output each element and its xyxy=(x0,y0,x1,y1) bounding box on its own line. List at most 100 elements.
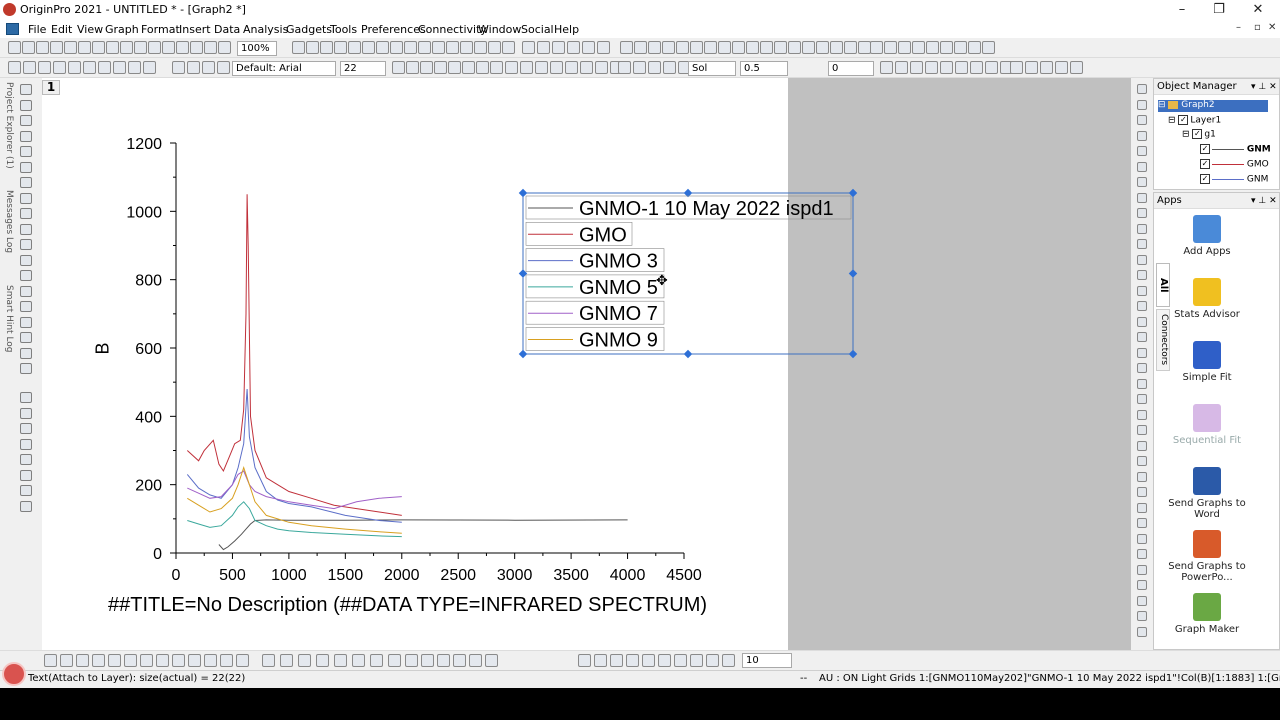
bottom-button-24[interactable] xyxy=(453,654,466,667)
layout-button-16[interactable] xyxy=(1137,332,1147,342)
bottom-button-11[interactable] xyxy=(220,654,233,667)
legend-resize-handle[interactable] xyxy=(683,349,693,359)
layout-button-15[interactable] xyxy=(1137,317,1147,327)
layout-button-19[interactable] xyxy=(1137,379,1147,389)
layout-button-33[interactable] xyxy=(1137,596,1147,606)
tree-item-g1[interactable]: ⊟ ✓ g1 xyxy=(1182,129,1216,140)
tree-item-plot3[interactable]: ✓ GNM xyxy=(1200,174,1268,185)
layout-button-6[interactable] xyxy=(1137,177,1147,187)
bottom-button-20[interactable] xyxy=(388,654,401,667)
bottom-button-16[interactable] xyxy=(316,654,329,667)
bottom-button-21[interactable] xyxy=(405,654,418,667)
layer1-checkbox[interactable]: ✓ xyxy=(1178,115,1189,125)
layout-button-2[interactable] xyxy=(1137,115,1147,125)
layout-button-22[interactable] xyxy=(1137,425,1147,435)
bottom-button-3[interactable] xyxy=(92,654,105,667)
layout-button-24[interactable] xyxy=(1137,456,1147,466)
layout-button-28[interactable] xyxy=(1137,518,1147,528)
bottom-button-2[interactable] xyxy=(76,654,89,667)
tree-item-plot2[interactable]: ✓ GMO xyxy=(1200,159,1269,170)
plot2-checkbox[interactable]: ✓ xyxy=(1200,159,1210,169)
y-tick-label[interactable]: 600 xyxy=(135,341,162,358)
x-tick-label[interactable]: 4500 xyxy=(666,567,702,584)
layout-button-11[interactable] xyxy=(1137,255,1147,265)
object-manager-pin-icon[interactable]: ▾ ⊥ ✕ xyxy=(1251,82,1277,92)
layout-button-3[interactable] xyxy=(1137,131,1147,141)
app-sequential-fit[interactable]: Sequential Fit xyxy=(1162,404,1252,446)
bottom-button-31[interactable] xyxy=(642,654,655,667)
plot3-checkbox[interactable]: ✓ xyxy=(1200,174,1210,184)
legend-resize-handle[interactable] xyxy=(848,349,858,359)
g1-checkbox[interactable]: ✓ xyxy=(1192,129,1203,139)
legend-label-0[interactable]: GNMO-1 10 May 2022 ispd1 xyxy=(579,198,834,220)
x-tick-label[interactable]: 2500 xyxy=(440,567,476,584)
tree-item-layer1[interactable]: ⊟ ✓ Layer1 xyxy=(1168,115,1221,126)
layout-button-20[interactable] xyxy=(1137,394,1147,404)
layout-button-34[interactable] xyxy=(1137,611,1147,621)
bottom-button-4[interactable] xyxy=(108,654,121,667)
bottom-button-0[interactable] xyxy=(44,654,57,667)
layout-button-21[interactable] xyxy=(1137,410,1147,420)
bottom-button-27[interactable] xyxy=(578,654,591,667)
x-tick-label[interactable]: 3000 xyxy=(497,567,533,584)
layout-button-26[interactable] xyxy=(1137,487,1147,497)
bottom-button-10[interactable] xyxy=(204,654,217,667)
app-stats-advisor[interactable]: Stats Advisor xyxy=(1162,278,1252,320)
bottom-button-28[interactable] xyxy=(594,654,607,667)
bottom-button-12[interactable] xyxy=(236,654,249,667)
legend-resize-handle[interactable] xyxy=(848,269,858,278)
bottom-button-7[interactable] xyxy=(156,654,169,667)
bottom-button-36[interactable] xyxy=(722,654,735,667)
bottom-button-29[interactable] xyxy=(610,654,623,667)
layout-button-31[interactable] xyxy=(1137,565,1147,575)
layout-button-25[interactable] xyxy=(1137,472,1147,482)
x-tick-label[interactable]: 2000 xyxy=(384,567,420,584)
bottom-button-13[interactable] xyxy=(262,654,275,667)
layout-button-9[interactable] xyxy=(1137,224,1147,234)
bottom-button-9[interactable] xyxy=(188,654,201,667)
layout-button-30[interactable] xyxy=(1137,549,1147,559)
layout-button-0[interactable] xyxy=(1137,84,1147,94)
series-line-0[interactable] xyxy=(218,519,628,551)
tree-item-graph2[interactable]: ⊟ Graph2 xyxy=(1158,100,1268,112)
legend-resize-handle[interactable] xyxy=(518,349,528,359)
bottom-button-14[interactable] xyxy=(280,654,293,667)
bottom-button-26[interactable] xyxy=(485,654,498,667)
plot1-checkbox[interactable]: ✓ xyxy=(1200,144,1210,154)
y-axis-title[interactable]: B xyxy=(93,342,114,354)
apps-pin-icon[interactable]: ▾ ⊥ ✕ xyxy=(1251,196,1277,206)
legend-label-5[interactable]: GNMO 9 xyxy=(579,330,658,352)
bottom-button-6[interactable] xyxy=(140,654,153,667)
bottom-button-33[interactable] xyxy=(674,654,687,667)
app-graph-maker[interactable]: Graph Maker xyxy=(1162,593,1252,635)
tree-item-plot1[interactable]: ✓ GNM xyxy=(1200,144,1271,155)
app-simple-fit[interactable]: Simple Fit xyxy=(1162,341,1252,383)
layout-button-12[interactable] xyxy=(1137,270,1147,280)
layout-button-27[interactable] xyxy=(1137,503,1147,513)
y-tick-label[interactable]: 400 xyxy=(135,409,162,426)
layout-button-17[interactable] xyxy=(1137,348,1147,358)
bottom-button-22[interactable] xyxy=(421,654,434,667)
app-send-graphs-to-word[interactable]: Send Graphs to Word xyxy=(1162,467,1252,520)
x-tick-label[interactable]: 500 xyxy=(219,567,246,584)
layout-button-5[interactable] xyxy=(1137,162,1147,172)
start-menu-icon[interactable] xyxy=(2,662,26,686)
layout-button-23[interactable] xyxy=(1137,441,1147,451)
legend-label-4[interactable]: GNMO 7 xyxy=(579,303,658,325)
bottom-button-30[interactable] xyxy=(626,654,639,667)
bottom-button-19[interactable] xyxy=(370,654,383,667)
y-tick-label[interactable]: 1200 xyxy=(126,136,162,153)
layout-button-7[interactable] xyxy=(1137,193,1147,203)
legend-label-2[interactable]: GNMO 3 xyxy=(579,251,658,273)
bottom-button-15[interactable] xyxy=(298,654,311,667)
bottom-button-8[interactable] xyxy=(172,654,185,667)
layout-button-4[interactable] xyxy=(1137,146,1147,156)
move-cursor-icon[interactable]: ✥ xyxy=(656,273,668,289)
layout-button-29[interactable] xyxy=(1137,534,1147,544)
bottom-button-18[interactable] xyxy=(352,654,365,667)
layout-button-18[interactable] xyxy=(1137,363,1147,373)
x-tick-label[interactable]: 1000 xyxy=(271,567,307,584)
y-tick-label[interactable]: 800 xyxy=(135,273,162,290)
x-tick-label[interactable]: 1500 xyxy=(328,567,364,584)
layout-button-14[interactable] xyxy=(1137,301,1147,311)
